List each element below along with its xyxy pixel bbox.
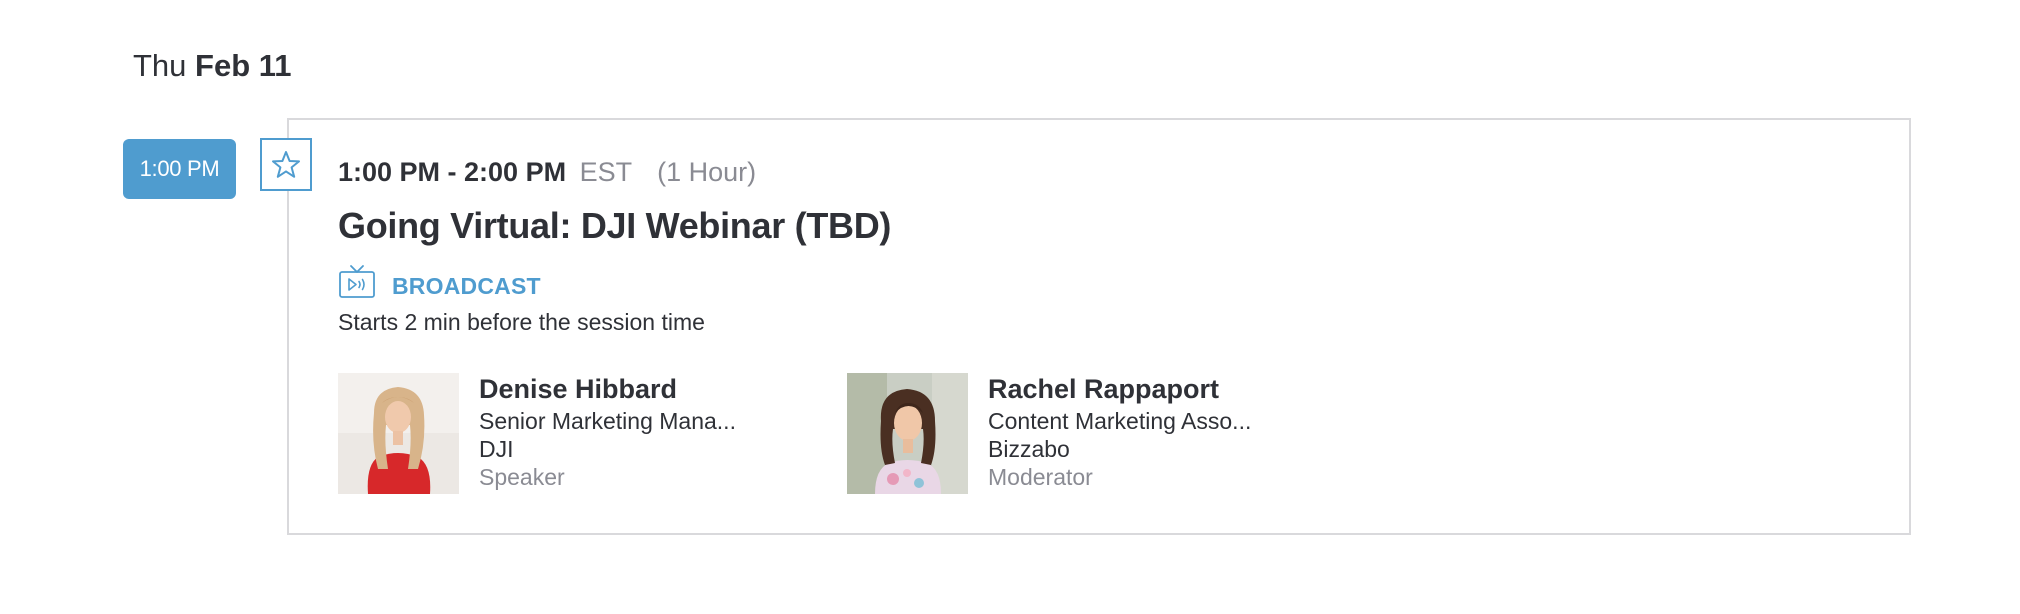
- person-title: Senior Marketing Mana...: [479, 408, 736, 434]
- day-heading: Thu Feb 11: [133, 44, 292, 88]
- session-format: BROADCAST: [338, 262, 541, 302]
- session-timezone: EST: [579, 157, 632, 187]
- agenda-page: Thu Feb 11 1:00 PM 1:00 PM - 2:00 PM EST…: [0, 0, 2020, 614]
- day-weekday: Thu: [133, 48, 187, 83]
- person-company: Bizzabo: [988, 436, 1070, 462]
- person-role: Moderator: [988, 464, 1093, 490]
- person-name[interactable]: Rachel Rappaport: [988, 371, 1251, 407]
- moderator-info: Rachel Rappaport Content Marketing Asso.…: [988, 373, 1251, 491]
- favorite-button[interactable]: [260, 138, 312, 191]
- session-format-note: Starts 2 min before the session time: [338, 309, 705, 335]
- person-title: Content Marketing Asso...: [988, 408, 1252, 434]
- speaker-avatar[interactable]: [338, 373, 459, 494]
- tv-broadcast-icon: [339, 265, 375, 298]
- session-duration: (1 Hour): [657, 157, 757, 187]
- session-time-range: 1:00 PM - 2:00 PM: [338, 157, 567, 187]
- person-role: Speaker: [479, 464, 565, 490]
- moderator-avatar[interactable]: [847, 373, 968, 494]
- person-name[interactable]: Denise Hibbard: [479, 371, 736, 407]
- session-title[interactable]: Going Virtual: DJI Webinar (TBD): [338, 202, 891, 250]
- star-outline-icon: [272, 150, 300, 178]
- session-time: 1:00 PM - 2:00 PM EST (1 Hour): [338, 152, 756, 192]
- session-format-label: BROADCAST: [392, 272, 541, 299]
- time-slot-badge: 1:00 PM: [123, 139, 236, 199]
- speaker-info: Denise Hibbard Senior Marketing Mana... …: [479, 373, 736, 491]
- person-company: DJI: [479, 436, 514, 462]
- day-date: Feb 11: [195, 48, 292, 83]
